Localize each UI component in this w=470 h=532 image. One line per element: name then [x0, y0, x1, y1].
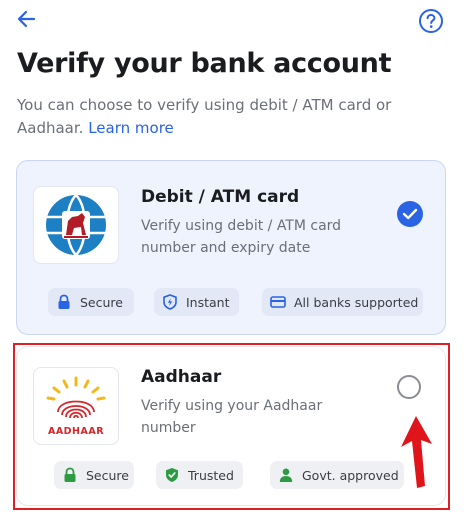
chip-secure: Secure — [54, 461, 134, 489]
bank-logo — [33, 186, 119, 264]
aadhaar-logo-box: AADHAAR — [33, 367, 119, 445]
option-description: Verify using debit / ATM card number and… — [141, 218, 342, 256]
subtitle-text: You can choose to verify using debit / A… — [17, 96, 392, 137]
option-radio-selected[interactable] — [397, 201, 423, 227]
chip-label: Trusted — [188, 467, 234, 483]
lock-icon — [56, 294, 72, 310]
back-button[interactable] — [14, 6, 40, 32]
red-pointer-arrow-icon — [401, 416, 432, 488]
option-description: Verify using your Aadhaar number — [141, 398, 323, 436]
chip-instant: Instant — [154, 288, 239, 316]
option-title: Aadhaar — [141, 367, 222, 387]
chip-label: All banks supported — [294, 294, 419, 310]
chip-govt-approved: Govt. approved — [270, 461, 404, 489]
help-circle-icon — [419, 9, 443, 33]
page-title: Verify your bank account — [17, 48, 392, 79]
aadhaar-logo: AADHAAR — [46, 376, 106, 437]
back-arrow-icon — [17, 10, 36, 28]
checkmark-icon — [402, 208, 418, 220]
chip-label: Instant — [186, 294, 230, 310]
chip-label: Secure — [80, 294, 123, 310]
shield-lightning-icon — [162, 294, 178, 310]
shield-check-icon — [164, 467, 180, 483]
debit-card-option[interactable]: Debit / ATM card Verify using debit / AT… — [16, 160, 446, 335]
chip-label: Govt. approved — [302, 467, 399, 483]
lock-icon — [62, 467, 78, 483]
aadhaar-option[interactable]: AADHAAR Aadhaar Verify using your Aadhaa… — [16, 346, 446, 506]
learn-more-link[interactable]: Learn more — [88, 119, 174, 137]
bank-emblem-logo — [46, 194, 106, 256]
card-icon — [270, 294, 286, 310]
chip-all-banks: All banks supported — [262, 288, 423, 316]
option-radio-unselected[interactable] — [397, 375, 421, 399]
help-button[interactable] — [418, 8, 444, 34]
chip-trusted: Trusted — [156, 461, 243, 489]
page-subtitle: You can choose to verify using debit / A… — [17, 94, 417, 140]
aadhaar-logo-text: AADHAAR — [48, 426, 104, 437]
chip-secure: Secure — [48, 288, 134, 316]
person-icon — [278, 467, 294, 483]
verify-bank-account-screen: Verify your bank account You can choose … — [0, 0, 470, 532]
option-title: Debit / ATM card — [141, 187, 300, 207]
chip-label: Secure — [86, 467, 129, 483]
